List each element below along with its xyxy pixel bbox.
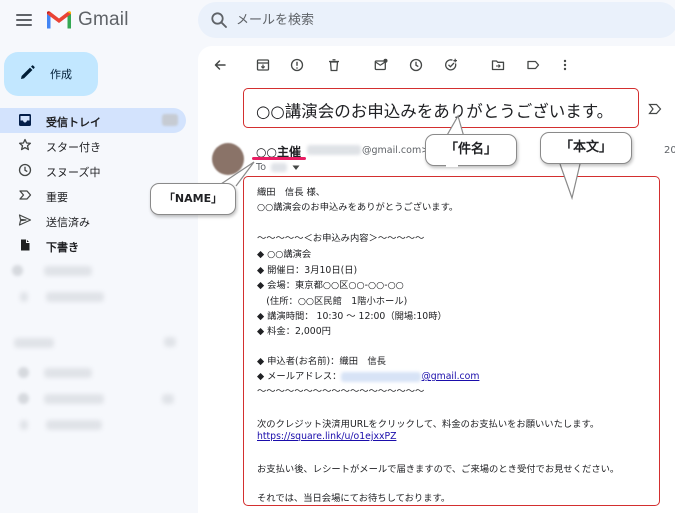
sidebar-item-label: 重要 [46,191,68,204]
chevron-down-icon[interactable] [292,165,300,171]
body-detail-item: (住所：○○区民館 1階小ホール) [257,296,408,307]
email-body: 織田 信長 様、 ○○講演会のお申込みをありがとうございます。 ～～～～～＜お申… [243,176,660,506]
draft-icon [21,239,30,251]
blurred-label-icon [20,292,28,302]
gmail-window: Gmail 作成 受信トレイ [0,0,675,513]
clock-icon [18,163,32,177]
important-icon [19,190,32,200]
search-bar[interactable] [198,2,675,38]
blurred-section-heading [14,338,54,348]
body-callout-label: 「本文」 [559,140,612,155]
sidebar-item-label: 下書き [46,241,79,254]
report-spam-icon[interactable] [290,58,304,72]
name-callout: 「NAME」 [150,183,236,215]
gmail-m-icon [47,11,71,29]
snooze-icon[interactable] [409,58,423,72]
blurred-label [44,368,92,378]
add-task-icon[interactable] [444,58,458,72]
top-bar: Gmail [0,0,675,40]
applicant-email-link[interactable]: @gmail.com [421,371,479,382]
blurred-label-icon [18,393,29,404]
blurred-more-icon [162,394,174,404]
body-payment-instruction: 次のクレジット決済用URLをクリックして、料金のお支払いをお願いいたします。 [257,419,600,430]
blurred-email-local-part [341,371,422,382]
main-menu-icon[interactable] [14,11,34,29]
email-subject: ○○講演会のお申込みをありがとうございます。 [256,102,614,121]
importance-marker-icon[interactable] [648,103,662,115]
inbox-icon [19,114,31,126]
body-closing: それでは、当日会場にてお待ちしております。 [257,493,451,504]
move-to-icon[interactable] [491,58,505,72]
subject-callout-label: 「件名」 [444,142,497,157]
body-detail-item: ◆ 講演時間： 10:30 ～ 12:00（開場:10時） [257,311,447,322]
more-vert-icon[interactable] [558,58,572,72]
recipient-blurred [271,163,287,172]
body-detail-item: ◆ ○○講演会 [257,249,312,260]
search-icon[interactable] [210,11,228,29]
blurred-label [44,394,104,404]
email-date: 20 [664,145,675,156]
body-applicant: ◆ 申込者(お名前)：織田 信長 [257,356,386,367]
pencil-icon [21,65,35,79]
subject-callout-mask [446,165,458,167]
sender-name-underline [252,157,306,160]
sender-email: @gmail.com> [362,145,430,156]
body-detail-item: ◆ 料金：2,000円 [257,326,331,337]
body-email-label: ◆ メールアドレス： [257,371,342,382]
body-email-row: ◆ メールアドレス： @gmail.com [257,368,479,382]
gmail-logo[interactable]: Gmail [46,9,129,31]
compose-label: 作成 [50,68,72,81]
search-input[interactable] [236,10,636,30]
body-callout: 「本文」 [540,132,632,164]
sidebar-item-label: 受信トレイ [46,116,101,129]
blurred-label-icon [12,265,23,276]
delete-icon[interactable] [327,58,341,72]
body-thanks: ○○講演会のお申込みをありがとうございます。 [257,202,459,213]
blurred-label-icon [20,420,28,430]
body-callout-tail [559,163,581,201]
body-greeting: 織田 信長 様、 [257,187,326,198]
subject-callout: 「件名」 [425,134,517,166]
gmail-logo-text: Gmail [78,9,129,30]
sidebar-item-label: スヌーズ中 [46,166,101,179]
blurred-add-icon [164,337,176,347]
body-receipt-text: お支払い後、レシートがメールで届きますので、ご来場のとき受付でお見せください。 [257,464,620,475]
star-icon [18,138,32,151]
body-detail-item: ◆ 開催日：3月10日(日) [257,265,358,276]
body-divider: ～～～～～～～～～～～～～～～～～～ [257,386,425,397]
sidebar-item-label: スター付き [46,141,101,154]
label-icon[interactable] [526,58,540,72]
sidebar-item-label: 送信済み [46,216,90,229]
blurred-label-icon [18,367,29,378]
mark-unread-icon[interactable] [374,58,388,72]
blurred-label [44,266,92,276]
blurred-label [46,420,102,430]
send-icon [18,214,32,226]
sidebar-item-inbox[interactable]: 受信トレイ [0,108,186,133]
archive-icon[interactable] [256,58,270,72]
sender-email-blurred [307,145,361,155]
name-callout-label: 「NAME」 [163,192,223,205]
payment-link[interactable]: https://square.link/u/o1ejxxPZ [257,431,396,442]
unread-count-badge [162,114,178,126]
compose-button[interactable]: 作成 [4,52,98,96]
body-divider: ～～～～～＜お申込み内容＞～～～～～ [257,233,425,244]
sidebar-item-drafts[interactable]: 下書き [0,233,186,258]
body-detail-item: ◆ 会場：東京都○○区○○-○○-○○ [257,280,404,291]
back-arrow-icon[interactable] [213,58,227,72]
sidebar-item-starred[interactable]: スター付き [0,133,186,158]
sidebar-item-snoozed[interactable]: スヌーズ中 [0,158,186,183]
blurred-label [46,292,104,302]
